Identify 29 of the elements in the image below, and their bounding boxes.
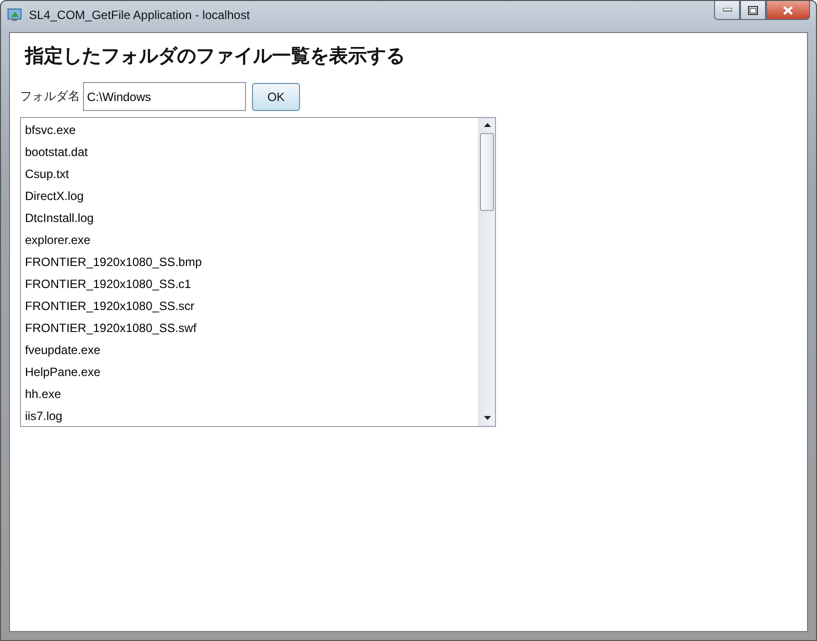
folder-input-field[interactable]: C:\Windows <box>83 82 246 111</box>
folder-label: フォルダ名 <box>20 88 80 105</box>
app-icon <box>7 7 23 23</box>
file-list-item[interactable]: DirectX.log <box>21 185 478 207</box>
file-list-item[interactable]: iis7.log <box>21 405 478 426</box>
close-button[interactable] <box>766 1 810 20</box>
minimize-button[interactable] <box>714 1 740 20</box>
file-list-item[interactable]: DtcInstall.log <box>21 207 478 229</box>
file-list-item[interactable]: Csup.txt <box>21 163 478 185</box>
scroll-down-icon[interactable] <box>484 416 490 420</box>
scroll-up-icon[interactable] <box>484 123 490 127</box>
maximize-icon <box>748 6 758 14</box>
file-list-item[interactable]: hh.exe <box>21 383 478 405</box>
file-list-item[interactable]: bootstat.dat <box>21 141 478 163</box>
file-list-item[interactable]: bfsvc.exe <box>21 119 478 141</box>
file-list-item[interactable]: HelpPane.exe <box>21 361 478 383</box>
file-list-item[interactable]: FRONTIER_1920x1080_SS.c1 <box>21 273 478 295</box>
file-list-item[interactable]: FRONTIER_1920x1080_SS.bmp <box>21 251 478 273</box>
file-list-item[interactable]: fveupdate.exe <box>21 339 478 361</box>
ok-button[interactable]: OK <box>252 82 300 110</box>
scrollbar-thumb[interactable] <box>480 133 494 211</box>
window-title: SL4_COM_GetFile Application - localhost <box>29 7 250 23</box>
file-list-item[interactable]: explorer.exe <box>21 229 478 251</box>
close-icon <box>783 6 793 14</box>
maximize-button[interactable] <box>740 1 766 20</box>
file-list-item[interactable]: FRONTIER_1920x1080_SS.swf <box>21 317 478 339</box>
minimize-icon <box>722 8 732 12</box>
file-list-item[interactable]: FRONTIER_1920x1080_SS.scr <box>21 295 478 317</box>
page-heading: 指定したフォルダのファイル一覧を表示する <box>25 44 406 69</box>
